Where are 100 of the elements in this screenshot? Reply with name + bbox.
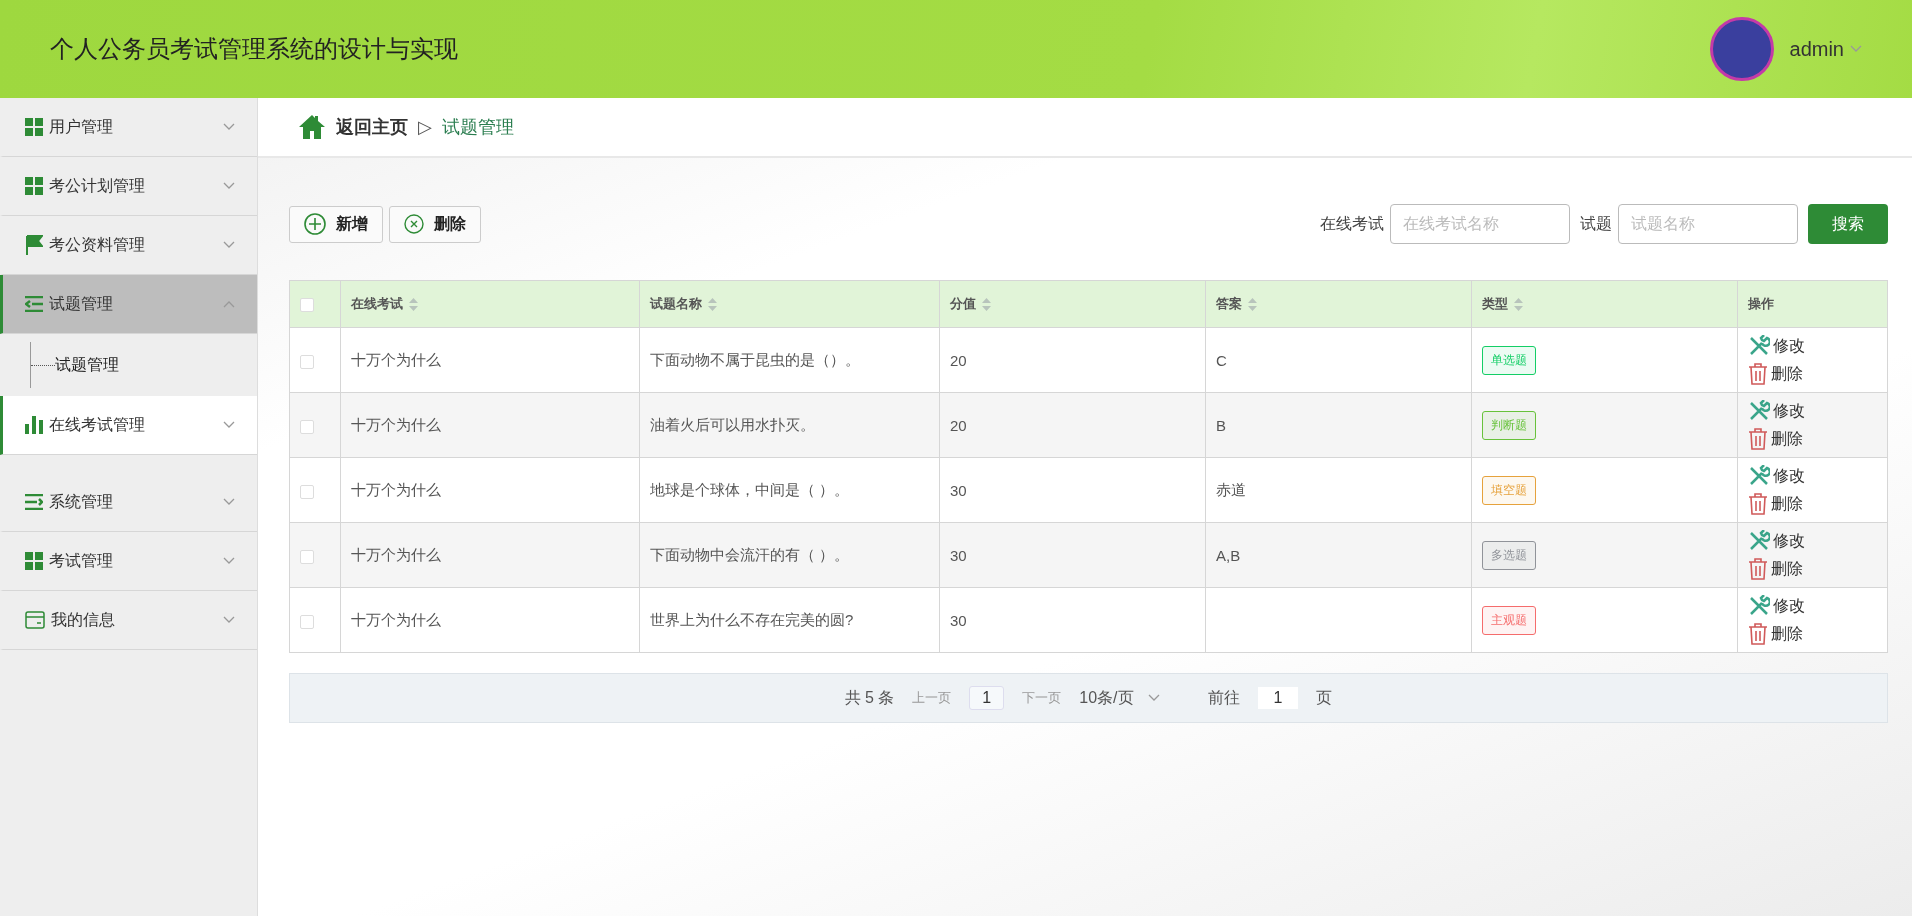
bar-chart-icon [25,416,43,434]
delete-link[interactable]: 删除 [1748,558,1877,580]
delete-link[interactable]: 删除 [1748,493,1877,515]
table-cell: 30 [939,522,1206,588]
table-cell: 赤道 [1205,457,1472,523]
breadcrumb-current: 试题管理 [441,116,514,139]
table-cell: 油着火后可以用水扑灭。 [639,392,940,458]
list-icon [25,296,43,312]
page-size-select[interactable]: 10条/页 [1079,687,1160,709]
goto-label: 前往 [1207,687,1240,708]
table-cell: B [1205,392,1472,458]
column-header: 类型 [1471,280,1738,328]
trash-icon [1748,363,1768,385]
page-suffix: 页 [1316,687,1333,708]
column-header: 试题名称 [639,280,940,328]
delete-link[interactable]: 删除 [1748,428,1877,450]
user-menu[interactable]: admin [1789,37,1862,61]
chevron-icon [223,123,235,131]
sort-icon[interactable] [1248,298,1257,312]
chevron-icon [1850,45,1862,53]
table-cell: 30 [939,457,1206,523]
table-cell: 地球是个球体，中间是（ ）。 [639,457,940,523]
edit-link[interactable]: 修改 [1748,595,1877,617]
delete-link[interactable]: 删除 [1748,623,1877,645]
sort-icon[interactable] [409,298,418,312]
grid-icon [25,118,43,136]
delete-button[interactable]: 删除 [389,205,481,243]
table-cell: 十万个为什么 [340,327,640,393]
grid-icon [25,552,43,570]
delete-link[interactable]: 删除 [1748,363,1877,385]
chevron-icon [1147,694,1160,702]
sidebar-item-label: 考试管理 [49,550,114,571]
chevron-icon [223,498,235,506]
trash-icon [1748,428,1768,450]
type-tag: 主观题 [1482,605,1536,635]
type-tag: 单选题 [1482,345,1536,375]
app-title: 个人公务员考试管理系统的设计与实现 [50,34,459,64]
table-cell: A,B [1205,522,1472,588]
sidebar-item-label: 在线考试管理 [49,414,146,435]
sidebar-item[interactable]: 试题管理 [0,275,257,334]
chevron-icon [223,300,235,308]
table-cell: 20 [939,392,1206,458]
type-tag: 多选题 [1482,540,1536,570]
edit-link[interactable]: 修改 [1748,465,1877,487]
row-checkbox[interactable] [300,419,314,434]
sort-icon[interactable] [1514,298,1523,312]
sidebar-item-label: 用户管理 [49,116,114,137]
filter-input[interactable]: 在线考试名称 [1390,204,1570,244]
submenu-item[interactable]: 试题管理 [0,334,257,396]
edit-link[interactable]: 修改 [1748,400,1877,422]
menu-icon [25,494,43,510]
row-checkbox[interactable] [300,484,314,499]
home-icon[interactable] [298,114,326,140]
home-link[interactable]: 返回主页 [336,115,408,139]
table-cell: 十万个为什么 [340,522,640,588]
table-cell: C [1205,327,1472,393]
tools-icon [1748,400,1770,422]
filter-input[interactable]: 试题名称 [1618,204,1798,244]
close-circle-icon [404,214,424,234]
breadcrumb-separator: ▷ [418,116,432,138]
sidebar-item[interactable]: 在线考试管理 [0,396,257,455]
filter-label: 试题 [1580,213,1612,234]
sidebar-item-label: 考公资料管理 [49,234,146,255]
column-header: 答案 [1205,280,1472,328]
total-count: 共 5 条 [844,687,895,708]
row-checkbox[interactable] [300,549,314,564]
edit-link[interactable]: 修改 [1748,530,1877,552]
tools-icon [1748,335,1770,357]
trash-icon [1748,623,1768,645]
table-cell: 世界上为什么不存在完美的圆? [639,587,940,653]
table-cell: 十万个为什么 [340,587,640,653]
chevron-icon [223,616,235,624]
sidebar-item-label: 考公计划管理 [49,175,146,196]
grid-icon [25,177,43,195]
sidebar-item-label: 试题管理 [49,293,114,314]
table-cell: 下面动物中会流汗的有（ ）。 [639,522,940,588]
search-button[interactable]: 搜索 [1808,204,1888,244]
select-all-checkbox[interactable] [300,297,314,312]
chevron-icon [223,557,235,565]
type-tag: 填空题 [1482,475,1536,505]
plus-circle-icon [304,213,326,235]
table-cell: 十万个为什么 [340,457,640,523]
sort-icon[interactable] [982,298,991,312]
page-number[interactable]: 1 [969,686,1005,710]
submenu-label: 试题管理 [55,354,119,375]
sort-icon[interactable] [708,298,717,312]
tools-icon [1748,530,1770,552]
sidebar-item-label: 系统管理 [49,491,114,512]
table-cell: 十万个为什么 [340,392,640,458]
chevron-icon [223,182,235,190]
row-checkbox[interactable] [300,354,314,369]
tools-icon [1748,465,1770,487]
row-checkbox[interactable] [300,614,314,629]
add-button[interactable]: 新增 [289,205,383,243]
edit-link[interactable]: 修改 [1748,335,1877,357]
trash-icon [1748,493,1768,515]
goto-input[interactable]: 1 [1257,687,1299,709]
column-header: 在线考试 [340,280,640,328]
trash-icon [1748,558,1768,580]
table-cell: 20 [939,327,1206,393]
